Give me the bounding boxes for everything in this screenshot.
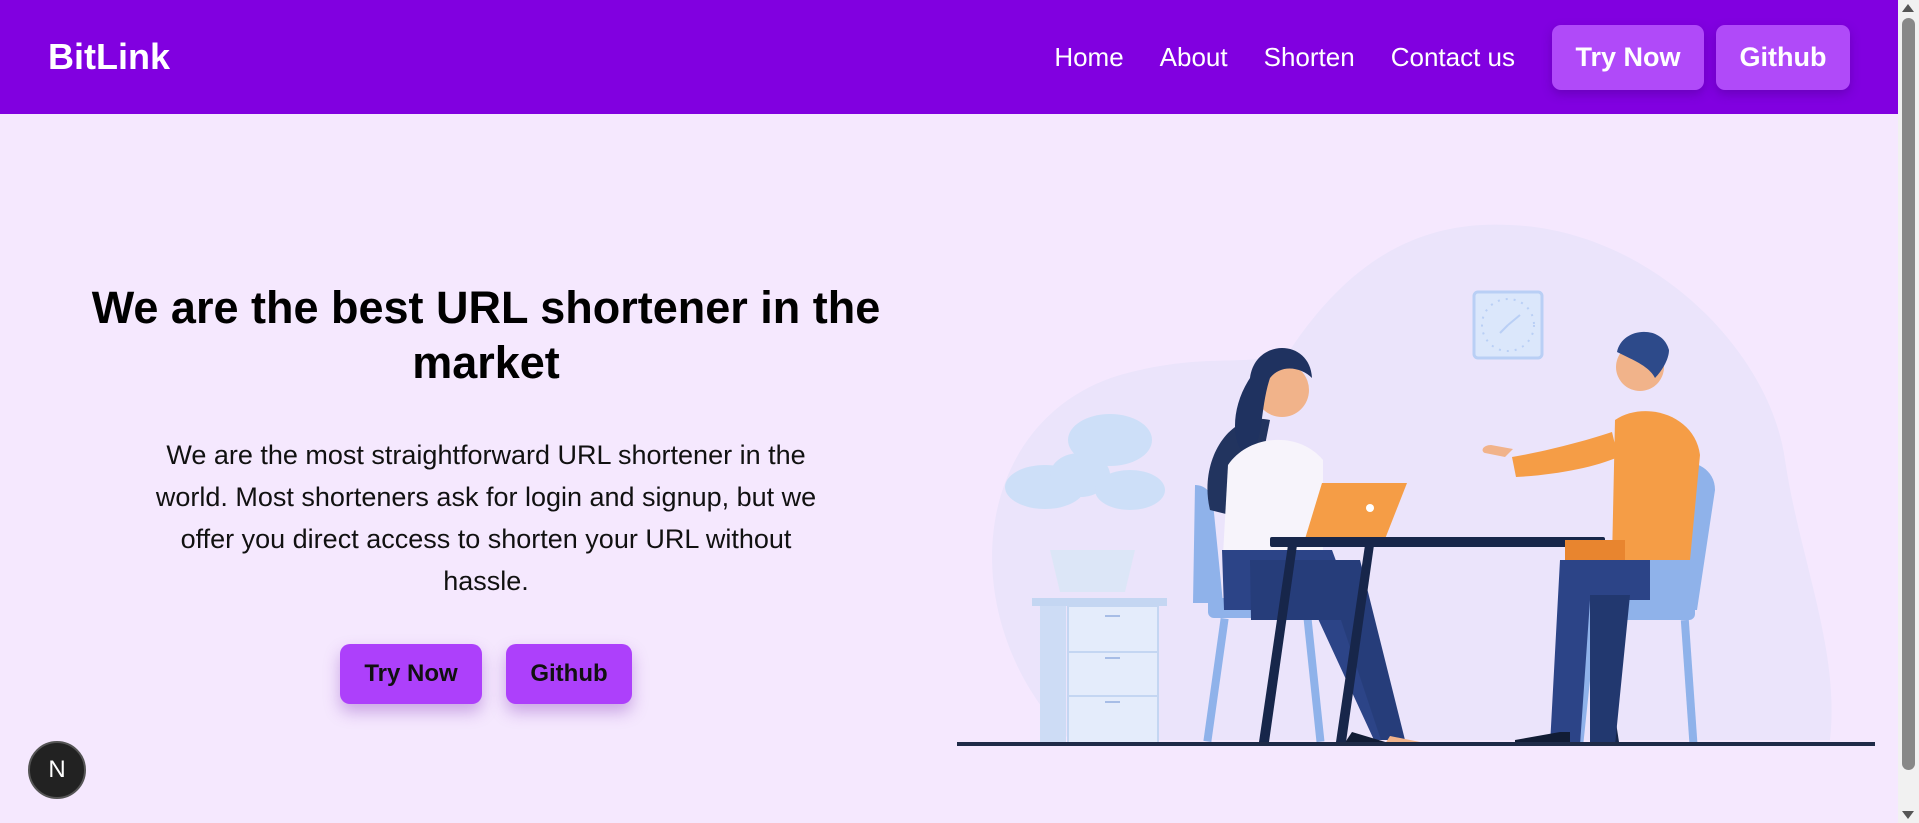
nextjs-badge-icon[interactable]: N (28, 741, 86, 799)
hero-section: We are the best URL shortener in the mar… (66, 280, 906, 704)
nav-link-contact[interactable]: Contact us (1391, 42, 1515, 73)
nav-link-about[interactable]: About (1160, 42, 1228, 73)
nav-link-shorten[interactable]: Shorten (1264, 42, 1355, 73)
hero-illustration (957, 224, 1875, 746)
hero-title: We are the best URL shortener in the mar… (91, 282, 881, 388)
nav-github-button[interactable]: Github (1716, 24, 1850, 90)
brand-logo[interactable]: BitLink (48, 36, 170, 78)
hero-description: We are the most straightforward URL shor… (155, 440, 817, 596)
clock-icon (1472, 290, 1544, 360)
nav-link-home[interactable]: Home (1054, 42, 1123, 73)
hero-buttons: Try Now Github (66, 644, 906, 704)
nav-links: Home About Shorten Contact us Try Now Gi… (1018, 24, 1850, 90)
scroll-thumb[interactable] (1902, 18, 1915, 770)
scroll-down-arrow-icon[interactable] (1902, 811, 1914, 819)
nav-try-now-button[interactable]: Try Now (1552, 24, 1704, 90)
hero-github-button[interactable]: Github (506, 644, 632, 704)
scrollbar[interactable] (1898, 0, 1919, 823)
cabinet-icon (1032, 598, 1167, 744)
scroll-up-arrow-icon[interactable] (1902, 4, 1914, 12)
navbar: BitLink Home About Shorten Contact us Tr… (0, 0, 1898, 114)
hero-try-now-button[interactable]: Try Now (340, 644, 482, 704)
